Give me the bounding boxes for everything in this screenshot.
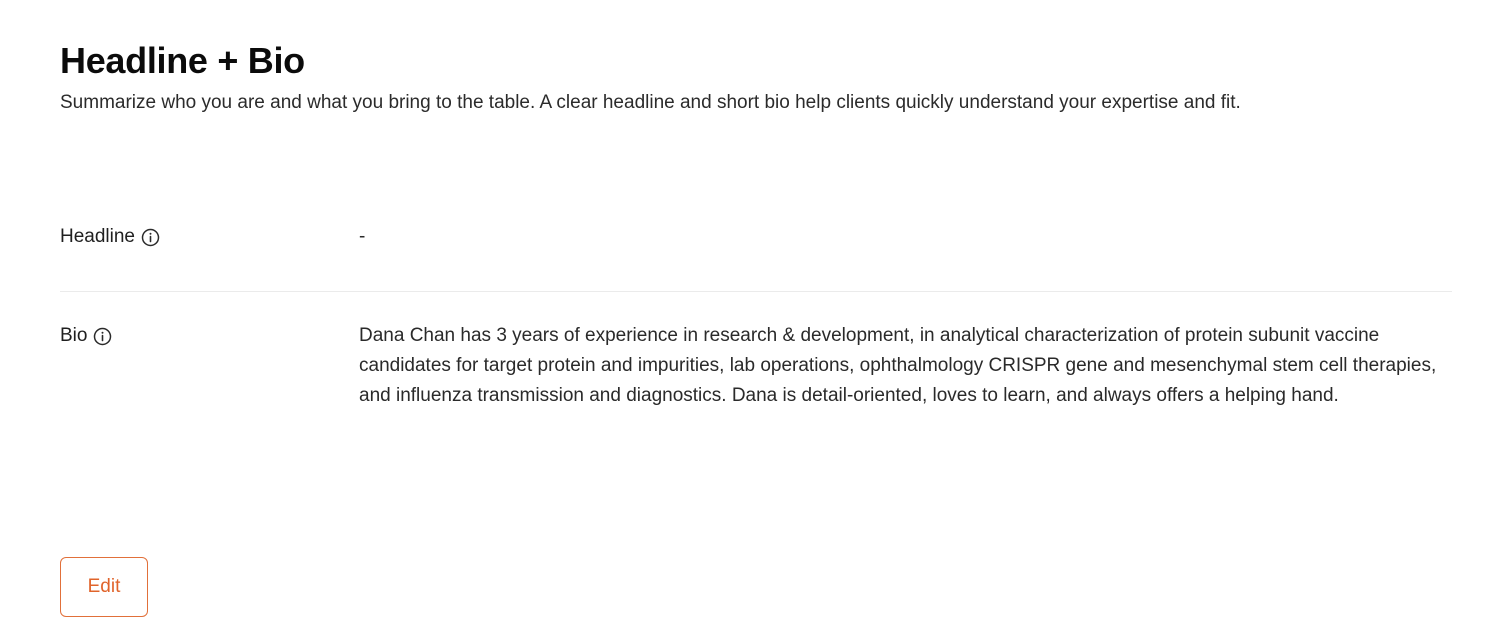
section-subtitle: Summarize who you are and what you bring… [60,92,1241,113]
bio-value: Dana Chan has 3 years of experience in r… [359,325,1437,406]
headline-value: - [359,226,366,247]
bio-row: Bio Dana Chan has 3 years of experience … [60,292,1452,411]
headline-label: Headline [60,226,135,247]
bio-label: Bio [60,325,88,346]
section-title: Headline + Bio [60,40,305,81]
bio-label-group: Bio [60,321,359,351]
info-icon[interactable] [93,327,112,346]
profile-fields: Headline - Bio Dana Chan has 3 years of … [60,222,1452,411]
edit-button[interactable]: Edit [60,557,148,617]
info-icon[interactable] [141,228,160,247]
headline-label-group: Headline [60,222,359,252]
headline-row: Headline - [60,222,1452,292]
headline-bio-section: Headline + Bio Summarize who you are and… [60,38,1452,116]
